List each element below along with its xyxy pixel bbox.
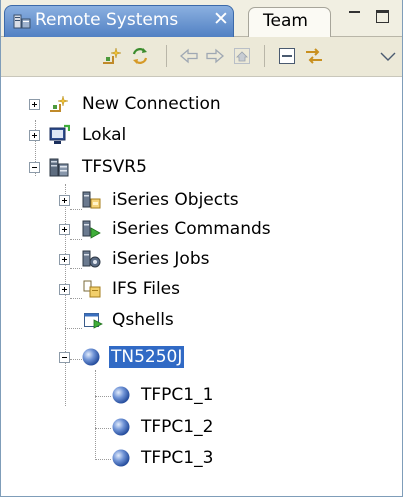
view-border (0, 0, 403, 497)
remote-systems-view: Remote Systems ✕ Team New Connection Lok… (0, 0, 403, 497)
